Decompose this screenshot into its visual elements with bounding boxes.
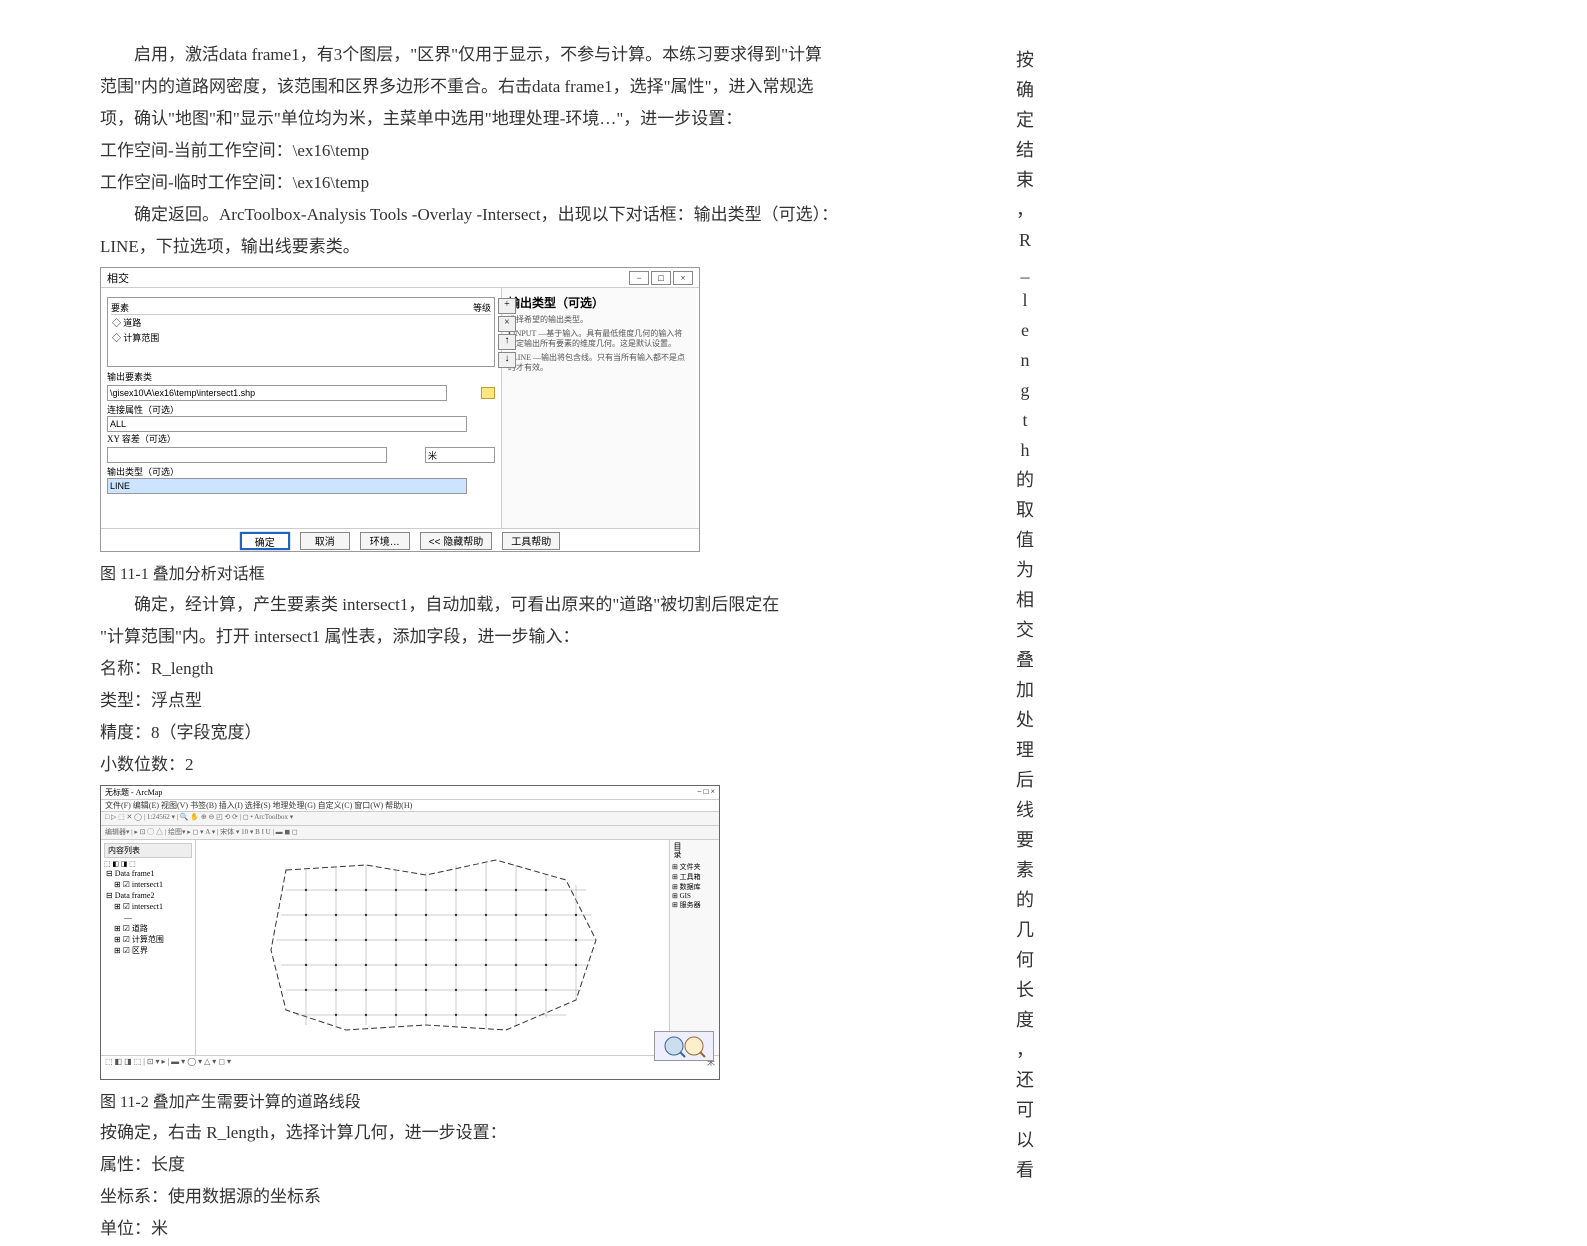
up-icon[interactable]: ↑ <box>498 334 516 350</box>
magnifier-icon <box>654 1031 714 1061</box>
help-panel-title: 输出类型（可选） <box>508 294 690 311</box>
list-item[interactable]: 道路 <box>123 318 141 328</box>
paragraph: 确定，经计算，产生要素类 intersect1，自动加载，可看出原来的"道路"被… <box>100 590 920 620</box>
minimize-icon[interactable]: − <box>629 271 649 285</box>
paragraph: 名称：R_length <box>100 654 920 684</box>
maximize-icon[interactable]: □ <box>651 271 671 285</box>
paragraph: 属性：长度 <box>100 1150 920 1180</box>
close-icon[interactable]: × <box>673 271 693 285</box>
arcmap-title: 无标题 - ArcMap <box>105 787 162 798</box>
arcmap-titlebar: 无标题 - ArcMap − □ × <box>101 786 719 800</box>
col-feature: 要素 <box>111 301 129 314</box>
paragraph: 坐标系：使用数据源的坐标系 <box>100 1182 920 1212</box>
output-type-label: 输出类型（可选） <box>107 465 495 478</box>
paragraph: 精度：8（字段宽度） <box>100 718 920 748</box>
feature-list[interactable]: 要素 等级 ◇ 道路 ◇ 计算范围 + × ↑ ↓ <box>107 297 495 367</box>
tool-help-button[interactable]: 工具帮助 <box>502 532 560 550</box>
join-attr-select[interactable] <box>107 416 467 432</box>
folder-icon[interactable] <box>481 387 495 399</box>
output-fc-label: 输出要素类 <box>107 370 495 383</box>
data-frame-1[interactable]: Data frame1 <box>115 869 155 878</box>
join-attr-label: 连接属性（可选） <box>107 403 495 416</box>
paragraph: 单位：米 <box>100 1214 920 1244</box>
arcmap-window: 无标题 - ArcMap − □ × 文件(F) 编辑(E) 视图(V) 书签(… <box>100 785 720 1080</box>
paragraph: LINE，下拉选项，输出线要素类。 <box>100 232 920 262</box>
catalog-title: 目录 <box>672 842 683 858</box>
paragraph: 按确定，右击 R_length，选择计算几何，进一步设置： <box>100 1118 920 1148</box>
col-rank: 等级 <box>473 301 491 314</box>
right-vertical-text: 按确定结束，R_length的取值为相交叠加处理后线要素的几何长度，还可以看 <box>1010 45 1040 1185</box>
intersect-dialog: 相交 − □ × 要素 等级 ◇ 道路 ◇ 计算范围 + × <box>100 267 700 552</box>
layer-item[interactable]: 计算范围 <box>132 935 164 944</box>
catalog-panel[interactable]: 目录 ⊞ 文件夹⊞ 工具箱⊞ 数据库⊞ GIS⊞ 服务器 <box>669 840 719 1055</box>
arcmap-toolbar-2[interactable]: 编辑器▾ | ▸ ⊡ ◯ △ | 绘图▾ ▸ ◻ ▾ A ▾ | 宋体 ▾ 10… <box>101 826 719 840</box>
help-bullet: • LINE —输出将包含线。只有当所有输入都不是点时才有效。 <box>508 353 690 373</box>
layer-item[interactable]: intersect1 <box>132 902 163 911</box>
down-icon[interactable]: ↓ <box>498 352 516 368</box>
paragraph: 工作空间-临时工作空间：\ex16\temp <box>100 168 920 198</box>
xy-unit-select[interactable] <box>425 447 495 463</box>
paragraph: 类型：浮点型 <box>100 686 920 716</box>
output-fc-input[interactable] <box>107 385 447 401</box>
xy-tolerance-label: XY 容差（可选） <box>107 432 495 445</box>
cancel-button[interactable]: 取消 <box>300 532 350 550</box>
environment-button[interactable]: 环境… <box>360 532 410 550</box>
paragraph: 工作空间-当前工作空间：\ex16\temp <box>100 136 920 166</box>
toc-title: 内容列表 <box>104 843 192 858</box>
arcmap-statusbar: ⬚ ◧ ◨ ⬚ | ⊡ ▾ ▸ | ▬ ▾ ◯ ▾ △ ▾ ◻ ▾ 米 <box>101 1055 719 1069</box>
toc-panel[interactable]: 内容列表 ⬚ ◧ ◨ ⬚ ⊟ Data frame1 ⊞ ☑ intersect… <box>101 840 196 1055</box>
add-icon[interactable]: + <box>498 298 516 314</box>
layer-intersect1[interactable]: intersect1 <box>132 880 163 889</box>
list-item[interactable]: 计算范围 <box>123 333 159 343</box>
paragraph: 启用，激活data frame1，有3个图层，"区界"仅用于显示，不参与计算。本… <box>100 40 920 70</box>
paragraph: 确定返回。ArcToolbox-Analysis Tools -Overlay … <box>100 200 920 230</box>
dialog-title-text: 相交 <box>107 270 129 286</box>
help-text: 选择希望的输出类型。 <box>508 315 690 325</box>
remove-icon[interactable]: × <box>498 316 516 332</box>
paragraph: "计算范围"内。打开 intersect1 属性表，添加字段，进一步输入： <box>100 622 920 652</box>
arcmap-menubar[interactable]: 文件(F) 编辑(E) 视图(V) 书签(B) 插入(I) 选择(S) 地理处理… <box>101 800 719 812</box>
dialog-titlebar: 相交 − □ × <box>101 268 699 288</box>
layer-item[interactable]: 道路 <box>132 924 148 933</box>
layer-item[interactable]: 区界 <box>132 946 148 955</box>
paragraph: 范围"内的道路网密度，该范围和区界多边形不重合。右击data frame1，选择… <box>100 72 920 102</box>
map-canvas[interactable] <box>196 840 669 1055</box>
xy-tolerance-input[interactable] <box>107 447 387 463</box>
figure-caption: 图 11-2 叠加产生需要计算的道路线段 <box>100 1088 920 1112</box>
paragraph: 小数位数：2 <box>100 750 920 780</box>
help-bullet: • INPUT —基于输入。具有最低维度几何的输入将指定输出所有要素的维度几何。… <box>508 329 690 349</box>
hide-help-button[interactable]: << 隐藏帮助 <box>420 532 492 550</box>
output-type-select[interactable] <box>107 478 467 494</box>
ok-button[interactable]: 确定 <box>240 532 290 550</box>
paragraph: 项，确认"地图"和"显示"单位均为米，主菜单中选用"地理处理-环境…"，进一步设… <box>100 104 920 134</box>
figure-caption: 图 11-1 叠加分析对话框 <box>100 560 920 584</box>
data-frame-2[interactable]: Data frame2 <box>115 891 155 900</box>
arcmap-toolbar-1[interactable]: □ ▷ ⬚ ✕ ◯ | 1:24562 ▾ | 🔍 ✋ ⊕ ⊖ ◰ ⟲ ⟳ | … <box>101 812 719 826</box>
